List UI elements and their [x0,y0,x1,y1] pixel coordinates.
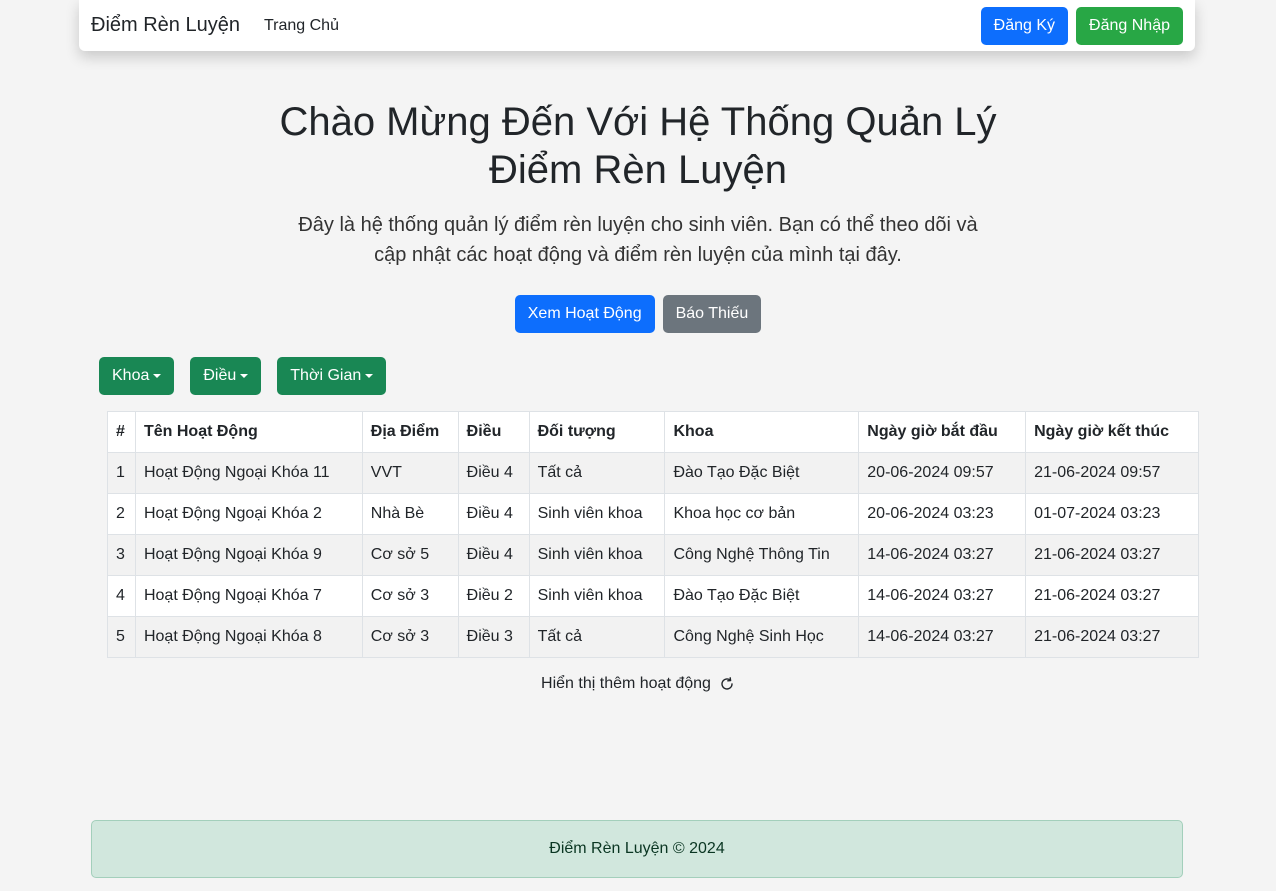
time-filter-label: Thời Gian [290,367,362,384]
brand-logo-text[interactable]: Điểm Rèn Luyện [91,14,240,37]
table-cell: 21-06-2024 03:27 [1025,534,1199,576]
table-cell: Hoạt Động Ngoại Khóa 11 [134,452,363,494]
table-header: # Tên Hoạt Động Địa Điểm Điều Đối tượng Khoa N… [107,411,1199,453]
table-cell: 4 [107,575,136,617]
table-cell: 1 [107,452,136,494]
page-lead: Đây là hệ thống quản lý điểm rèn luyện c… [0,210,1276,270]
table-cell: 20-06-2024 09:57 [858,452,1027,494]
caret-down-icon [240,374,249,378]
table-cell: Điều 4 [457,534,530,576]
table-cell: 01-07-2024 03:23 [1025,493,1199,535]
table-cell: Đào Tạo Đặc Biệt [664,575,860,617]
table-cell: Cơ sở 3 [361,616,459,658]
refresh-icon [721,677,733,690]
table-body: 1 Hoạt Động Ngoại Khóa 11 VVT Điều 4 Tất cả Đ… [107,452,1199,658]
table-cell: 3 [107,534,136,576]
table-cell: Tất cả [528,452,666,494]
table-cell: Sinh viên khoa [528,534,666,576]
table-row[interactable]: 2 Hoạt Động Ngoại Khóa 2 Nhà Bè Điều 4 Sinh … [107,493,1199,535]
login-button[interactable]: Đăng Nhập [1076,6,1183,45]
table-cell: Điều 2 [457,575,530,617]
column-header: Ngày giờ bắt đầu [858,411,1027,453]
faculty-filter-dropdown[interactable]: Khoa [99,357,175,395]
caret-down-icon [365,374,374,378]
faculty-filter-label: Khoa [112,367,150,384]
table-cell: Công Nghệ Thông Tin [664,534,860,576]
table-row[interactable]: 5 Hoạt Động Ngoại Khóa 8 Cơ sở 3 Điều 3 Tất … [107,616,1199,658]
table-cell: 21-06-2024 09:57 [1025,452,1199,494]
table-cell: 14-06-2024 03:27 [858,616,1027,658]
page-lead-line2: cập nhật các hoạt động và điểm rèn luyện… [374,244,902,266]
column-header: Địa Điểm [361,411,459,453]
table-cell: Cơ sở 3 [361,575,459,617]
navbar: Điểm Rèn Luyện Trang Chủ Đăng Ký Đăng Nh… [79,0,1195,51]
table-cell: Cơ sở 5 [361,534,459,576]
table-cell: 5 [107,616,136,658]
table-cell: 2 [107,493,136,535]
caret-down-icon [153,374,162,378]
table-cell: 21-06-2024 03:27 [1025,575,1199,617]
footer: Điểm Rèn Luyện © 2024 [91,820,1183,878]
report-missing-button[interactable]: Báo Thiếu [662,295,762,333]
column-header: # [107,411,136,453]
table-cell: VVT [361,452,459,494]
table-cell: Hoạt Động Ngoại Khóa 2 [134,493,363,535]
page-lead-line1: Đây là hệ thống quản lý điểm rèn luyện c… [298,214,978,236]
table-cell: Khoa học cơ bản [664,493,860,535]
table-header-row: # Tên Hoạt Động Địa Điểm Điều Đối tượng Khoa N… [107,411,1199,453]
column-header: Đối tượng [528,411,666,453]
page-title-line2: Điểm Rèn Luyện [489,148,787,192]
table-cell: Đào Tạo Đặc Biệt [664,452,860,494]
table-cell: Điều 4 [457,452,530,494]
column-header: Khoa [664,411,860,453]
hero-actions: Xem Hoạt Động Báo Thiếu [0,295,1276,333]
activities-table: # Tên Hoạt Động Địa Điểm Điều Đối tượng Khoa N… [107,411,1199,658]
footer-text: Điểm Rèn Luyện © 2024 [549,840,725,857]
table-cell: Hoạt Động Ngoại Khóa 7 [134,575,363,617]
page-title: Chào Mừng Đến Với Hệ Thống Quản Lý Điểm … [0,98,1276,194]
table-cell: Công Nghệ Sinh Học [664,616,860,658]
table-cell: 20-06-2024 03:23 [858,493,1027,535]
table-cell: Điều 3 [457,616,530,658]
table-row[interactable]: 4 Hoạt Động Ngoại Khóa 7 Cơ sở 3 Điều 2 Sinh… [107,575,1199,617]
table-cell: Hoạt Động Ngoại Khóa 8 [134,616,363,658]
article-filter-dropdown[interactable]: Điều [190,357,262,395]
column-header: Tên Hoạt Động [134,411,363,453]
table-row[interactable]: 3 Hoạt Động Ngoại Khóa 9 Cơ sở 5 Điều 4 Sinh… [107,534,1199,576]
time-filter-dropdown[interactable]: Thời Gian [277,357,387,395]
table-cell: 14-06-2024 03:27 [858,534,1027,576]
view-activities-button[interactable]: Xem Hoạt Động [514,295,655,333]
table-cell: 14-06-2024 03:27 [858,575,1027,617]
table-cell: Hoạt Động Ngoại Khóa 9 [134,534,363,576]
table-cell: Sinh viên khoa [528,575,666,617]
table-row[interactable]: 1 Hoạt Động Ngoại Khóa 11 VVT Điều 4 Tất cả Đ… [107,452,1199,494]
table-cell: Tất cả [528,616,666,658]
nav-link-home[interactable]: Trang Chủ [264,17,339,35]
nav-actions: Đăng Ký Đăng Nhập [980,6,1183,45]
load-more-button[interactable]: Hiển thị thêm hoạt động [0,675,1276,693]
table-cell: Nhà Bè [361,493,459,535]
article-filter-label: Điều [203,367,237,384]
register-button[interactable]: Đăng Ký [980,6,1069,45]
load-more-label: Hiển thị thêm hoạt động [541,675,711,692]
column-header: Ngày giờ kết thúc [1025,411,1199,453]
table-cell: Sinh viên khoa [528,493,666,535]
table-cell: Điều 4 [457,493,530,535]
filter-bar: Khoa Điều Thời Gian [99,357,387,395]
column-header: Điều [457,411,530,453]
page-title-line1: Chào Mừng Đến Với Hệ Thống Quản Lý [279,100,997,144]
table-cell: 21-06-2024 03:27 [1025,616,1199,658]
